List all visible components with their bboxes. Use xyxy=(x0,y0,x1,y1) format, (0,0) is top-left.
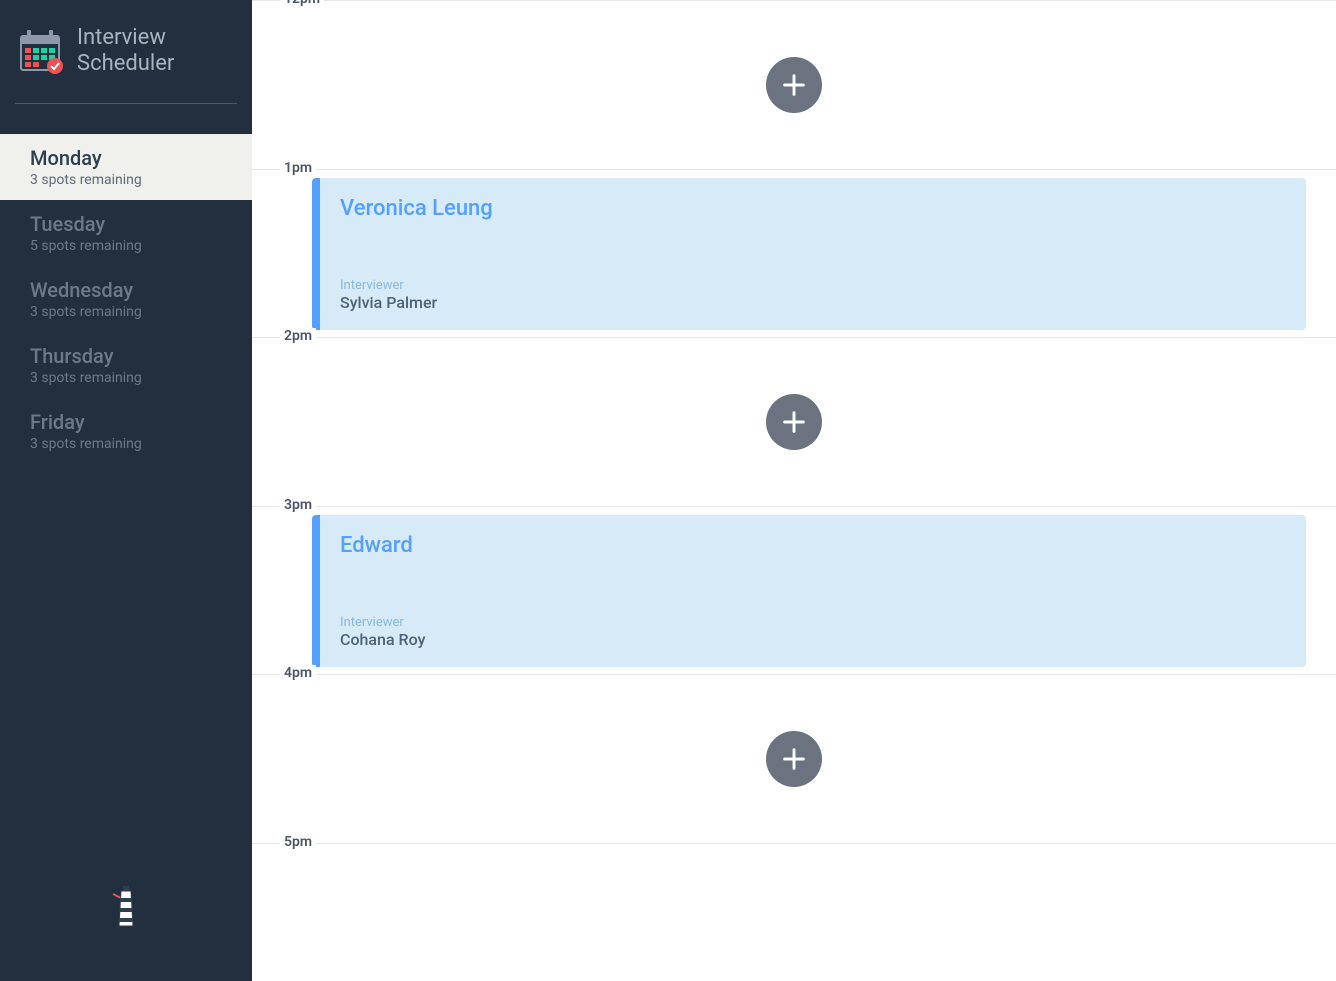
interviewer-label: Interviewer xyxy=(340,615,1286,630)
student-name: Edward xyxy=(340,533,1286,558)
day-item-friday[interactable]: Friday 3 spots remaining xyxy=(0,398,252,464)
appointment-card[interactable]: Edward InterviewerCohana Roy xyxy=(312,515,1306,667)
plus-icon xyxy=(780,408,808,436)
plus-icon xyxy=(780,71,808,99)
day-spots: 5 spots remaining xyxy=(30,238,222,254)
day-item-thursday[interactable]: Thursday 3 spots remaining xyxy=(0,332,252,398)
time-label: 1pm xyxy=(280,160,316,176)
time-label: 3pm xyxy=(280,497,316,513)
sidebar-footer xyxy=(0,856,252,981)
time-slot: 4pm xyxy=(252,674,1336,843)
time-slot: 12pm xyxy=(252,0,1336,169)
time-slot-end: 5pm xyxy=(252,843,1336,943)
day-spots: 3 spots remaining xyxy=(30,304,222,320)
time-slot: 1pmVeronica LeungInterviewerSylvia Palme… xyxy=(252,169,1336,337)
sidebar-divider xyxy=(15,103,237,104)
day-item-monday[interactable]: Monday 3 spots remaining xyxy=(0,134,252,200)
lighthouse-icon xyxy=(111,886,141,931)
add-appointment-button[interactable] xyxy=(766,731,822,787)
add-appointment-button[interactable] xyxy=(766,57,822,113)
day-name: Wednesday xyxy=(30,278,222,302)
time-slot: 3pmEdwardInterviewerCohana Roy xyxy=(252,506,1336,674)
schedule: 12pm1pmVeronica LeungInterviewerSylvia P… xyxy=(252,0,1336,981)
interviewer-label: Interviewer xyxy=(340,278,1286,293)
day-spots: 3 spots remaining xyxy=(30,172,222,188)
day-spots: 3 spots remaining xyxy=(30,370,222,386)
add-appointment-button[interactable] xyxy=(766,394,822,450)
day-spots: 3 spots remaining xyxy=(30,436,222,452)
sidebar-header: Interview Scheduler xyxy=(0,0,252,93)
appointment-empty xyxy=(252,1,1336,169)
interviewer-section: InterviewerCohana Roy xyxy=(340,615,1286,649)
day-name: Tuesday xyxy=(30,212,222,236)
plus-icon xyxy=(780,745,808,773)
calendar-logo-icon xyxy=(15,26,65,76)
interviewer-name: Sylvia Palmer xyxy=(340,293,1286,312)
time-label: 5pm xyxy=(280,834,316,850)
day-name: Friday xyxy=(30,410,222,434)
student-name: Veronica Leung xyxy=(340,196,1286,221)
appointment-empty xyxy=(252,338,1336,506)
interviewer-section: InterviewerSylvia Palmer xyxy=(340,278,1286,312)
appointment-empty xyxy=(252,675,1336,843)
time-slot: 2pm xyxy=(252,337,1336,506)
day-list: Monday 3 spots remaining Tuesday 5 spots re… xyxy=(0,134,252,464)
app-title: Interview Scheduler xyxy=(77,25,237,78)
day-name: Thursday xyxy=(30,344,222,368)
appointment-card[interactable]: Veronica Leung InterviewerSylvia Palmer xyxy=(312,178,1306,330)
time-label: 4pm xyxy=(280,665,316,681)
time-label: 12pm xyxy=(280,0,324,7)
day-name: Monday xyxy=(30,146,222,170)
interviewer-name: Cohana Roy xyxy=(340,630,1286,649)
day-item-tuesday[interactable]: Tuesday 5 spots remaining xyxy=(0,200,252,266)
day-item-wednesday[interactable]: Wednesday 3 spots remaining xyxy=(0,266,252,332)
time-label: 2pm xyxy=(280,328,316,344)
sidebar: Interview Scheduler Monday 3 spots remain… xyxy=(0,0,252,981)
